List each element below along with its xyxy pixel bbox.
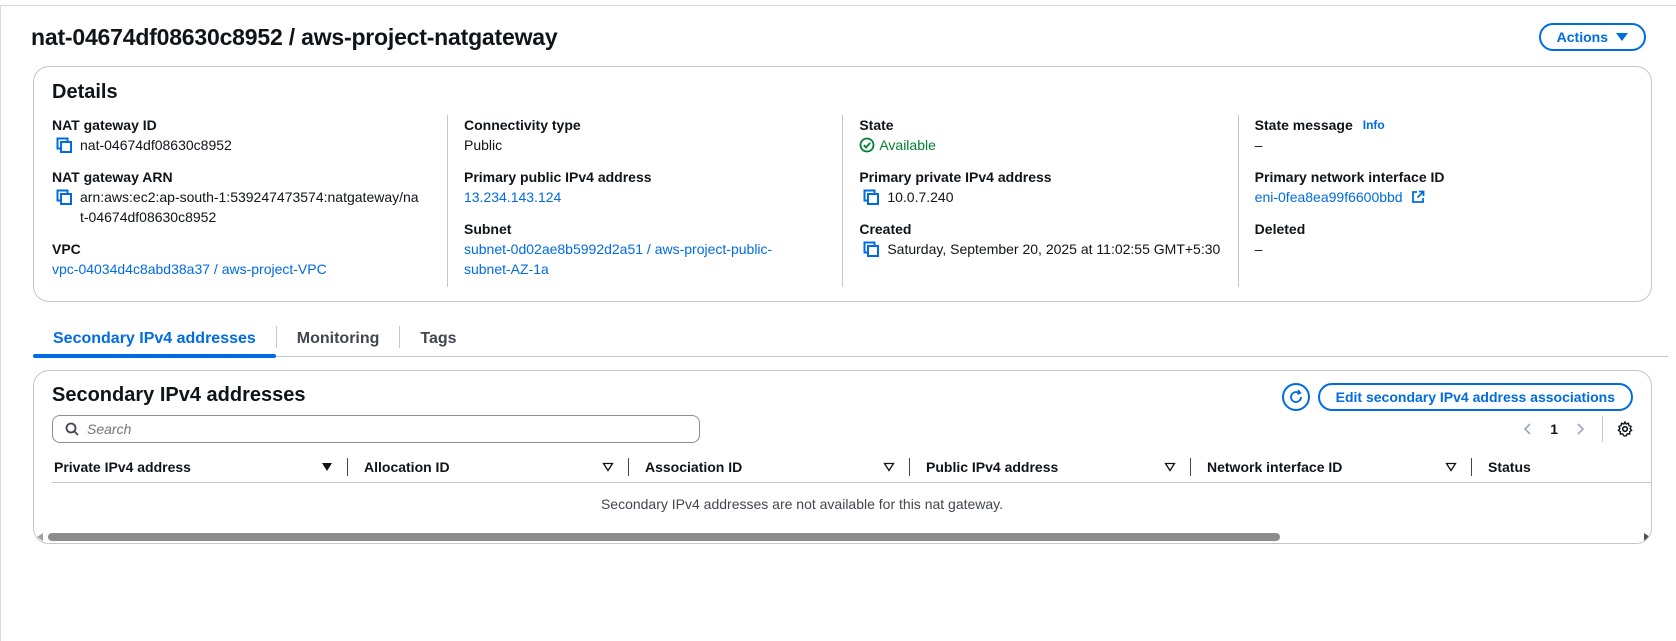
scroll-left-arrow[interactable]	[37, 533, 43, 541]
page-header: nat-04674df08630c8952 / aws-project-natg…	[31, 20, 1646, 54]
column-public-ipv4[interactable]: Public IPv4 address	[924, 451, 1190, 482]
sort-icon[interactable]	[1445, 461, 1457, 473]
state-label: State	[859, 117, 894, 133]
external-link-icon[interactable]	[1411, 190, 1425, 204]
page-number[interactable]: 1	[1550, 421, 1558, 437]
nat-gateway-arn-label: NAT gateway ARN	[52, 169, 173, 185]
primary-public-ipv4-link[interactable]: 13.234.143.124	[464, 187, 561, 207]
subnet-link[interactable]: subnet-0d02ae8b5992d2a51 / aws-project-p…	[464, 239, 784, 279]
state-message-value: –	[1254, 137, 1263, 153]
sort-down-icon[interactable]	[321, 461, 333, 473]
column-association-id[interactable]: Association ID	[643, 451, 909, 482]
nat-gateway-id-label: NAT gateway ID	[52, 117, 157, 133]
actions-button[interactable]: Actions	[1538, 23, 1646, 51]
scroll-right-arrow[interactable]	[1644, 533, 1650, 541]
nat-gateway-arn-value: arn:aws:ec2:ap-south-1:539247473574:natg…	[80, 189, 419, 225]
column-divider	[347, 457, 348, 476]
refresh-button[interactable]	[1281, 383, 1310, 411]
secondary-ipv4-title: Secondary IPv4 addresses	[52, 384, 306, 406]
search-input[interactable]	[87, 421, 647, 437]
search-box	[52, 415, 700, 443]
page-title: nat-04674df08630c8952 / aws-project-natg…	[31, 23, 558, 50]
horizontal-scrollbar[interactable]	[34, 531, 1651, 543]
details-column-1: NAT gateway ID nat-04674df08630c8952 NAT…	[52, 115, 447, 291]
tab-bar: Secondary IPv4 addresses Monitoring Tags	[33, 321, 1668, 358]
deleted-label: Deleted	[1254, 221, 1306, 237]
pager-divider	[1602, 416, 1603, 442]
nat-gateway-id-value: nat-04674df08630c8952	[80, 137, 232, 153]
subnet-label: Subnet	[463, 221, 512, 237]
primary-eni-link[interactable]: eni-0fea8ea99f6600bbd	[1255, 187, 1403, 207]
created-value: Saturday, September 20, 2025 at 11:02:55…	[887, 241, 1221, 257]
tab-tags[interactable]: Tags	[400, 330, 476, 356]
copy-icon[interactable]	[863, 189, 880, 205]
column-status[interactable]: Status	[1486, 451, 1606, 482]
column-divider	[1471, 457, 1472, 476]
edit-secondary-associations-button[interactable]: Edit secondary IPv4 address associations	[1317, 383, 1633, 411]
column-divider	[628, 457, 629, 476]
connectivity-type-value: Public	[463, 137, 503, 153]
search-icon	[65, 422, 79, 436]
page-frame: nat-04674df08630c8952 / aws-project-natg…	[0, 5, 1676, 641]
primary-private-ipv4-label: Primary private IPv4 address	[859, 169, 1052, 185]
copy-icon[interactable]	[863, 241, 880, 257]
caret-down-icon	[1616, 33, 1628, 41]
details-card: Details NAT gateway ID nat-04674df08630c…	[33, 66, 1652, 302]
details-column-2: Connectivity type Public Primary public …	[446, 115, 842, 287]
sort-icon[interactable]	[1164, 461, 1176, 473]
pagination: 1	[1520, 415, 1633, 443]
vpc-link[interactable]: vpc-04034d4c8abd38a37 / aws-project-VPC	[52, 259, 327, 279]
sort-icon[interactable]	[602, 461, 614, 473]
details-column-4: State message Info – Primary network int…	[1237, 115, 1633, 287]
created-label: Created	[859, 221, 912, 237]
table-header: Private IPv4 address Allocation ID Assoc…	[52, 451, 1651, 483]
column-divider	[909, 457, 910, 476]
connectivity-type-label: Connectivity type	[463, 117, 581, 133]
vpc-label: VPC	[52, 241, 81, 257]
primary-eni-label: Primary network interface ID	[1254, 169, 1445, 185]
settings-icon[interactable]	[1617, 421, 1633, 437]
copy-icon[interactable]	[56, 189, 72, 205]
state-value: Available	[879, 137, 936, 153]
chevron-left-icon[interactable]	[1520, 421, 1536, 437]
tab-secondary-ipv4[interactable]: Secondary IPv4 addresses	[33, 330, 276, 358]
column-allocation-id[interactable]: Allocation ID	[362, 451, 628, 482]
empty-state-message: Secondary IPv4 addresses are not availab…	[600, 496, 1004, 512]
copy-icon[interactable]	[56, 137, 72, 153]
secondary-ipv4-table: Private IPv4 address Allocation ID Assoc…	[52, 451, 1651, 512]
sort-icon[interactable]	[883, 461, 895, 473]
column-private-ipv4[interactable]: Private IPv4 address	[52, 451, 347, 482]
info-link[interactable]: Info	[1363, 115, 1385, 135]
scrollbar-thumb[interactable]	[48, 533, 1280, 541]
column-divider	[1190, 457, 1191, 476]
secondary-ipv4-card: Secondary IPv4 addresses Edit secondary …	[33, 370, 1652, 544]
check-circle-icon	[859, 137, 875, 153]
deleted-value: –	[1254, 241, 1263, 257]
state-message-label: State message	[1254, 117, 1353, 133]
details-title: Details	[52, 81, 118, 103]
column-network-interface-id[interactable]: Network interface ID	[1205, 451, 1471, 482]
details-column-3: State Available Primary private IPv4 add…	[842, 115, 1237, 287]
primary-private-ipv4-value: 10.0.7.240	[887, 189, 954, 205]
refresh-icon	[1289, 389, 1302, 403]
actions-button-label: Actions	[1556, 29, 1608, 45]
primary-public-ipv4-label: Primary public IPv4 address	[463, 169, 652, 185]
tab-monitoring[interactable]: Monitoring	[277, 330, 400, 356]
chevron-right-icon[interactable]	[1572, 421, 1588, 437]
